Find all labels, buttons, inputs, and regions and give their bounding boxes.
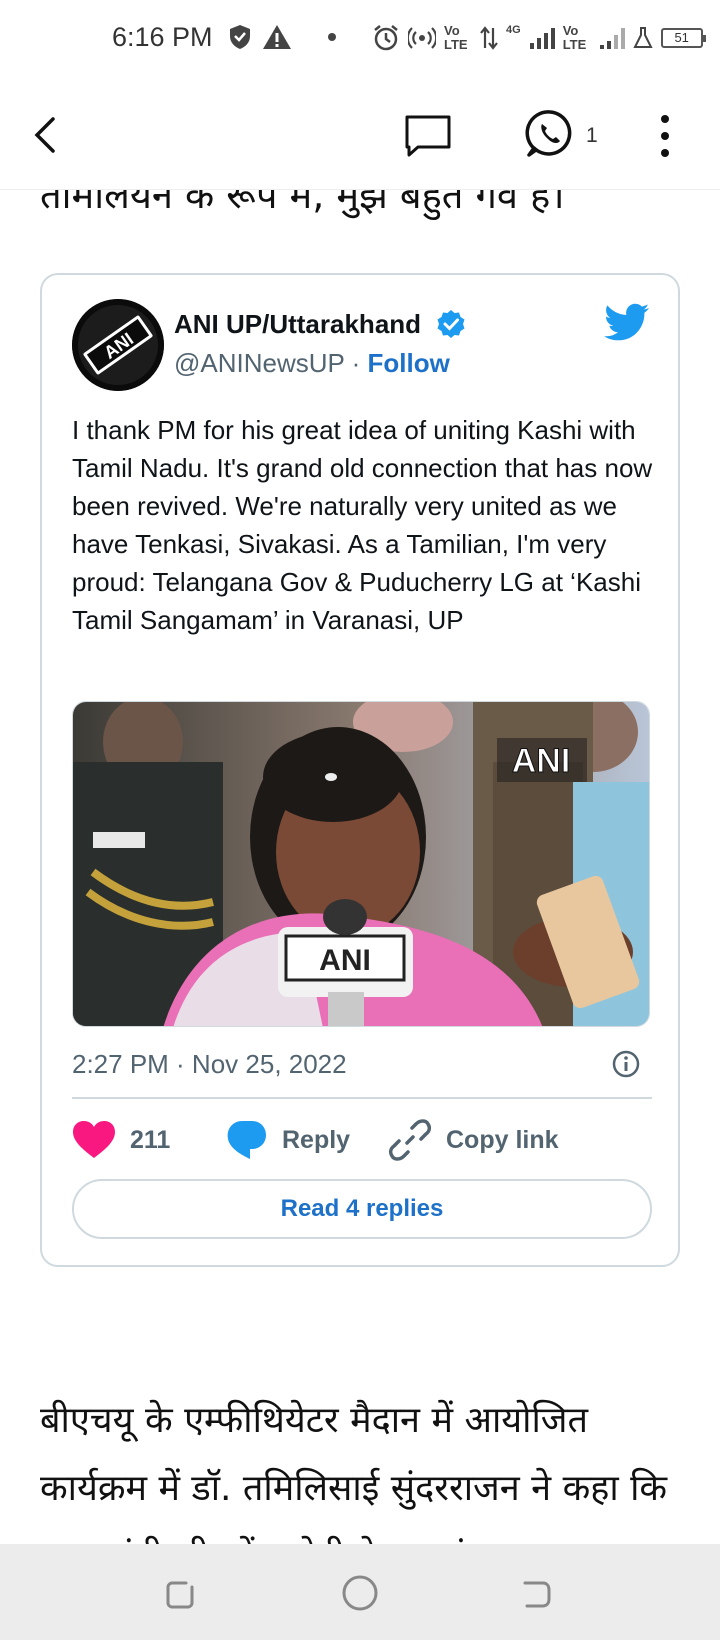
app-bar: 1 xyxy=(0,80,720,190)
battery-indicator: 51 xyxy=(660,28,706,48)
status-right-icons: Vo LTE 4G Vo LTE 51 xyxy=(372,23,706,52)
tweet-timestamp[interactable]: 2:27 PM · Nov 25, 2022 xyxy=(72,1049,347,1080)
flask-icon xyxy=(633,27,653,48)
system-nav-bar xyxy=(0,1544,720,1640)
back-button[interactable] xyxy=(20,110,70,160)
tweet-text: I thank PM for his great idea of uniting… xyxy=(72,415,653,635)
alarm-icon xyxy=(374,25,398,51)
twitter-bird-icon[interactable] xyxy=(604,303,650,343)
ani-logo-icon: ANI xyxy=(72,299,164,391)
status-time: 6:16 PM xyxy=(112,22,213,52)
tweet-photo[interactable]: ANI ANI xyxy=(72,701,650,1027)
signal-icon-2 xyxy=(599,28,625,49)
tweet-author-name[interactable]: ANI UP/Uttarakhand xyxy=(174,309,421,340)
network-4g-label: 4G xyxy=(506,24,521,36)
link-icon xyxy=(388,1119,432,1161)
follow-link[interactable]: Follow xyxy=(368,348,450,378)
tweet-handle-row: @ANINewsUP · Follow xyxy=(174,348,450,379)
read-replies-button[interactable]: Read 4 replies xyxy=(72,1179,652,1239)
verified-badge-icon xyxy=(437,310,465,338)
heart-icon xyxy=(73,1121,115,1158)
whatsapp-share-count: 1 xyxy=(586,124,598,147)
more-vertical-icon xyxy=(661,115,669,123)
reply-bubble-icon xyxy=(227,1121,266,1159)
tweet-divider xyxy=(72,1097,652,1099)
comment-button[interactable] xyxy=(400,108,456,164)
like-button[interactable]: 211 xyxy=(72,1115,170,1165)
status-left-icons xyxy=(228,24,336,50)
signal-icon-1 xyxy=(529,28,555,49)
dot-icon xyxy=(328,33,336,41)
photo-watermark: ANI xyxy=(512,742,571,780)
tweet-handle[interactable]: @ANINewsUP xyxy=(174,348,344,378)
copy-link-button[interactable]: Copy link xyxy=(388,1115,559,1165)
recents-button[interactable] xyxy=(155,1568,205,1618)
shield-icon xyxy=(230,25,250,49)
back-nav-icon xyxy=(523,1581,551,1608)
back-arrow-icon xyxy=(34,117,55,153)
volte-label-2: Vo LTE xyxy=(562,23,587,52)
back-nav-button[interactable] xyxy=(512,1568,562,1618)
reply-label: Reply xyxy=(282,1125,351,1154)
news-photo-image: ANI ANI xyxy=(73,702,649,1026)
data-arrows-icon xyxy=(480,26,498,50)
tweet-embed-card[interactable]: ANI ANI UP/Uttarakhand @ANINewsUP · Foll… xyxy=(40,273,680,1267)
volte-label-1: Vo LTE xyxy=(444,23,468,52)
hotspot-icon xyxy=(408,27,436,49)
whatsapp-icon xyxy=(525,110,572,157)
handle-separator: · xyxy=(351,348,361,378)
home-button[interactable] xyxy=(335,1568,385,1618)
more-options-button[interactable] xyxy=(650,108,680,164)
whatsapp-share-button[interactable] xyxy=(520,104,580,164)
warning-icon xyxy=(263,25,291,49)
reply-button[interactable]: Reply xyxy=(224,1115,350,1165)
copy-link-label: Copy link xyxy=(446,1125,559,1154)
like-count: 211 xyxy=(130,1125,171,1154)
mic-flag-label: ANI xyxy=(319,944,371,977)
recents-icon xyxy=(166,1581,194,1609)
home-circle-icon xyxy=(342,1575,378,1611)
comment-icon xyxy=(405,115,451,157)
status-bar: 6:16 PM Vo LTE 4G Vo LTE 51 xyxy=(0,0,720,80)
avatar[interactable]: ANI xyxy=(72,299,164,391)
info-icon[interactable] xyxy=(610,1048,642,1080)
